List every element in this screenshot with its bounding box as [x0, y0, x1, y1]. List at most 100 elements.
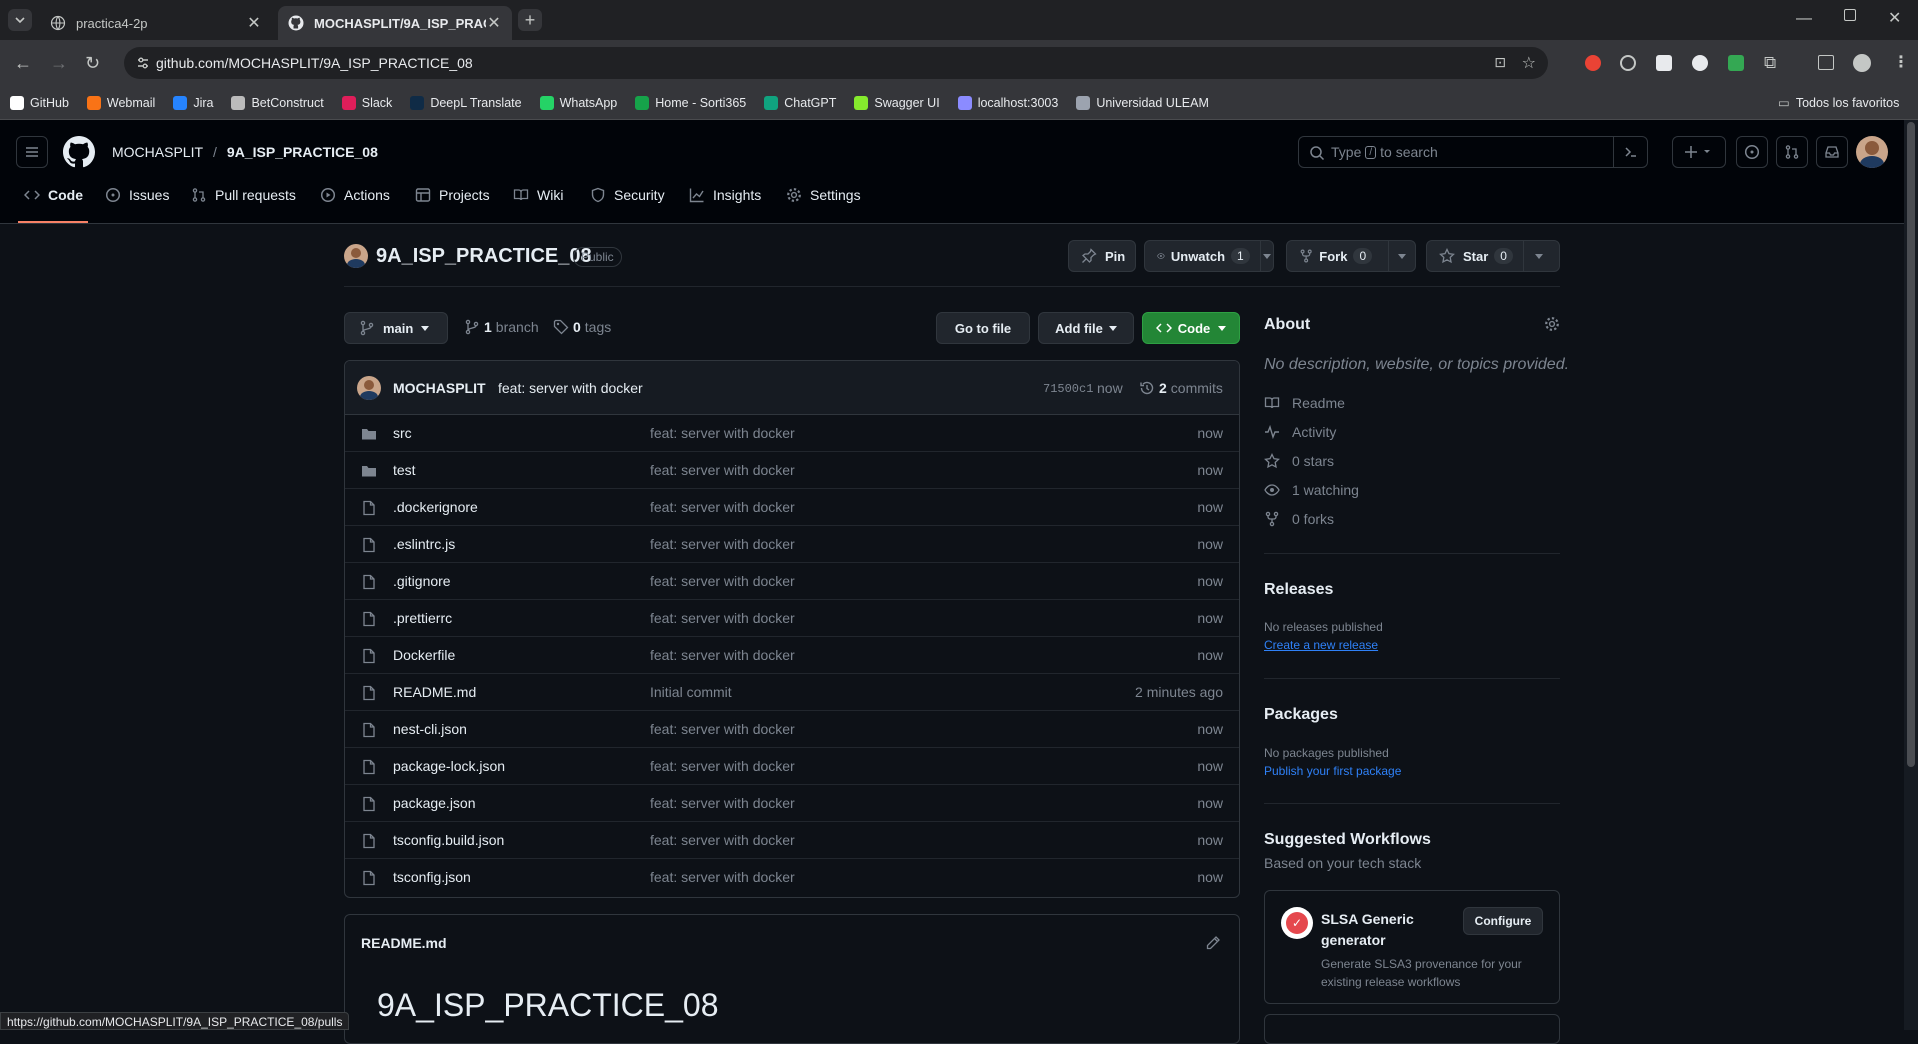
file-row[interactable]: Dockerfile feat: server with docker now	[345, 637, 1239, 674]
file-row[interactable]: .gitignore feat: server with docker now	[345, 563, 1239, 600]
code-button[interactable]: Code	[1142, 312, 1240, 344]
file-name[interactable]: README.md	[393, 684, 476, 700]
hamburger-menu-button[interactable]	[16, 136, 48, 168]
minimize-button[interactable]: —	[1796, 10, 1812, 28]
go-to-file-button[interactable]: Go to file	[936, 312, 1030, 344]
commit-message[interactable]: feat: server with docker	[498, 380, 643, 396]
file-commit-message[interactable]: feat: server with docker	[650, 573, 795, 589]
bookmark-swagger[interactable]: Swagger UI	[854, 95, 940, 110]
file-row[interactable]: .dockerignore feat: server with docker now	[345, 489, 1239, 526]
close-tab-icon[interactable]: ✕	[246, 13, 262, 33]
repo-link[interactable]: 9A_ISP_PRACTICE_08	[227, 144, 378, 160]
packages-title[interactable]: Packages	[1264, 706, 1338, 724]
tab-projects[interactable]: Projects	[415, 187, 490, 203]
file-commit-message[interactable]: feat: server with docker	[650, 610, 795, 626]
file-commit-message[interactable]: feat: server with docker	[650, 647, 795, 663]
browser-tab-practica[interactable]: practica4-2p ✕	[40, 6, 272, 40]
file-commit-message[interactable]: feat: server with docker	[650, 499, 795, 515]
file-row[interactable]: .eslintrc.js feat: server with docker now	[345, 526, 1239, 563]
extension-red-icon[interactable]	[1585, 55, 1601, 71]
file-name[interactable]: .dockerignore	[393, 499, 478, 515]
file-commit-message[interactable]: feat: server with docker	[650, 462, 795, 478]
file-name[interactable]: .eslintrc.js	[393, 536, 455, 552]
fork-button[interactable]: Fork 0	[1286, 240, 1416, 272]
file-name[interactable]: Dockerfile	[393, 647, 455, 663]
create-new-button[interactable]	[1672, 136, 1726, 168]
extension-square-icon[interactable]	[1656, 55, 1672, 71]
scrollbar-thumb[interactable]	[1907, 122, 1915, 767]
pin-button[interactable]: Pin	[1068, 240, 1136, 272]
pull-requests-button[interactable]	[1776, 136, 1808, 168]
branches-link[interactable]: 1 branch	[464, 319, 539, 335]
file-commit-message[interactable]: feat: server with docker	[650, 795, 795, 811]
commits-link[interactable]: 2 commits	[1139, 380, 1223, 396]
close-window-button[interactable]: ✕	[1888, 8, 1901, 28]
file-name[interactable]: .gitignore	[393, 573, 451, 589]
tab-wiki[interactable]: Wiki	[513, 187, 563, 203]
search-input[interactable]: Type / to search	[1298, 136, 1648, 168]
bookmark-sorti365[interactable]: Home - Sorti365	[635, 95, 746, 110]
file-name[interactable]: package.json	[393, 795, 476, 811]
forks-link[interactable]: 0 forks	[1264, 511, 1334, 527]
extension-target-icon[interactable]	[1620, 55, 1636, 71]
repo-title[interactable]: 9A_ISP_PRACTICE_08	[376, 245, 592, 268]
file-name[interactable]: package-lock.json	[393, 758, 505, 774]
bookmark-chatgpt[interactable]: ChatGPT	[764, 95, 836, 110]
tab-pull-requests[interactable]: Pull requests	[191, 187, 296, 203]
create-release-link[interactable]: Create a new release	[1264, 638, 1378, 652]
extensions-puzzle-icon[interactable]: ⧉	[1764, 53, 1776, 73]
bookmark-uleam[interactable]: Universidad ULEAM	[1076, 95, 1209, 110]
releases-title[interactable]: Releases	[1264, 581, 1333, 599]
file-name[interactable]: tsconfig.json	[393, 869, 471, 885]
branch-select-button[interactable]: main	[344, 312, 448, 344]
extension-mail-icon[interactable]	[1728, 55, 1744, 71]
restore-button[interactable]	[1844, 9, 1856, 21]
side-panel-icon[interactable]	[1818, 55, 1834, 70]
browser-menu-icon[interactable]: ⋮	[1893, 52, 1909, 72]
site-info-icon[interactable]	[136, 56, 150, 70]
command-palette-icon[interactable]	[1613, 137, 1647, 167]
chevron-down-icon[interactable]	[1522, 241, 1555, 271]
file-commit-message[interactable]: feat: server with docker	[650, 869, 795, 885]
watching-link[interactable]: 1 watching	[1264, 482, 1359, 498]
profile-icon[interactable]	[1853, 54, 1871, 72]
scrollbar[interactable]	[1904, 120, 1918, 1030]
close-tab-icon[interactable]: ✕	[486, 13, 502, 33]
issues-button[interactable]	[1736, 136, 1768, 168]
reload-icon[interactable]: ↻	[85, 53, 100, 74]
forward-arrow-icon[interactable]: →	[50, 53, 68, 74]
file-row[interactable]: package-lock.json feat: server with docke…	[345, 748, 1239, 785]
commit-hash[interactable]: 71500c1	[1043, 382, 1093, 396]
file-commit-message[interactable]: feat: server with docker	[650, 758, 795, 774]
back-arrow-icon[interactable]: ←	[14, 53, 32, 74]
file-row[interactable]: tsconfig.json feat: server with docker now	[345, 859, 1239, 896]
stars-link[interactable]: 0 stars	[1264, 453, 1334, 469]
star-button[interactable]: Star 0	[1426, 240, 1560, 272]
bookmark-localhost[interactable]: localhost:3003	[957, 95, 1058, 110]
bookmark-star-icon[interactable]: ☆	[1522, 53, 1536, 73]
install-app-icon[interactable]: ⊡	[1494, 54, 1506, 71]
file-row[interactable]: tsconfig.build.json feat: server with doc…	[345, 822, 1239, 859]
new-tab-button[interactable]: +	[518, 9, 542, 31]
file-row[interactable]: README.md Initial commit 2 minutes ago	[345, 674, 1239, 711]
bookmark-github[interactable]: GitHub	[10, 95, 69, 110]
file-name[interactable]: test	[393, 462, 416, 478]
file-commit-message[interactable]: feat: server with docker	[650, 721, 795, 737]
tab-security[interactable]: Security	[590, 187, 665, 203]
file-row[interactable]: test feat: server with docker now	[345, 452, 1239, 489]
tab-insights[interactable]: Insights	[689, 187, 761, 203]
tab-issues[interactable]: Issues	[105, 187, 169, 203]
file-row[interactable]: .prettierrc feat: server with docker now	[345, 600, 1239, 637]
chevron-down-icon[interactable]	[1259, 241, 1273, 271]
bookmark-deepl[interactable]: DeepL Translate	[410, 95, 522, 110]
file-row[interactable]: package.json feat: server with docker now	[345, 785, 1239, 822]
file-commit-message[interactable]: feat: server with docker	[650, 536, 795, 552]
tab-settings[interactable]: Settings	[786, 187, 861, 203]
chevron-down-icon[interactable]	[1388, 241, 1415, 271]
activity-link[interactable]: Activity	[1264, 424, 1336, 440]
bookmark-slack[interactable]: Slack	[341, 95, 392, 110]
inbox-button[interactable]	[1816, 136, 1848, 168]
bookmark-betconstruct[interactable]: BetConstruct	[231, 95, 324, 110]
readme-filename[interactable]: README.md	[361, 935, 447, 951]
browser-tab-github[interactable]: MOCHASPLIT/9A_ISP_PRACTIC ✕	[278, 6, 512, 40]
